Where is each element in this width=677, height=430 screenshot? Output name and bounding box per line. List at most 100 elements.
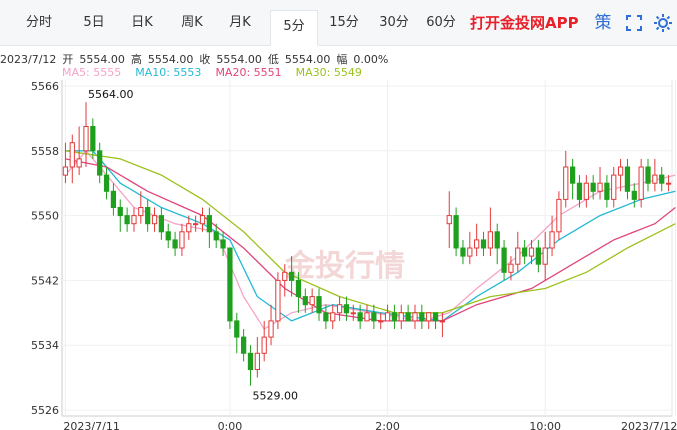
ma-line-ma10 [65, 150, 676, 322]
candle-body [343, 304, 350, 314]
candle-body [295, 279, 302, 298]
candle-body [494, 231, 500, 249]
candle-body [528, 247, 535, 257]
ma-line-ma30 [65, 150, 676, 314]
candle-body [405, 312, 411, 322]
x-tick-label: 2023/7/11 [63, 420, 119, 430]
ma-line-ma5 [64, 149, 676, 330]
x-tick-label: 0:00 [218, 420, 243, 430]
candle-body [460, 247, 466, 257]
candle-body [665, 182, 672, 185]
candle-body [309, 296, 315, 306]
candle-body [453, 215, 459, 249]
candle-body [193, 223, 199, 226]
candle-body [508, 263, 514, 273]
candle-body [597, 182, 603, 192]
y-tick-label: 5534 [31, 339, 59, 352]
watermark-text: 金投行情 [284, 249, 405, 284]
candle-body [220, 239, 226, 249]
candle-body [611, 174, 617, 200]
y-tick-label: 5550 [31, 210, 59, 223]
candle-body [467, 247, 473, 257]
candle-body [364, 312, 370, 322]
candle-body [631, 190, 637, 200]
candle-body [617, 166, 624, 176]
candle-body [213, 231, 219, 241]
candle-body [282, 271, 288, 281]
candle-body [172, 239, 178, 249]
candle-body [117, 207, 123, 217]
candle-body [275, 279, 281, 322]
candle-body [179, 231, 185, 249]
candle-body [124, 215, 130, 225]
candle-body [419, 312, 425, 322]
candle-body [350, 312, 356, 315]
candle-body [131, 215, 137, 225]
candle-body [199, 215, 206, 225]
x-tick-label: 10:00 [529, 420, 561, 430]
candle-body [432, 312, 439, 322]
x-tick-label: 2:00 [375, 420, 400, 430]
candle-body [206, 215, 212, 233]
candle-body [652, 174, 658, 184]
candle-body [549, 231, 555, 249]
candle-body [62, 166, 69, 176]
candle-body [501, 247, 507, 273]
y-tick-label: 5558 [31, 145, 59, 158]
candle-body [384, 312, 391, 322]
candle-body [474, 239, 480, 249]
candle-body [288, 271, 295, 281]
candle-body [515, 247, 521, 265]
candle-body [439, 320, 446, 323]
candle-body [316, 296, 322, 314]
candle-body [624, 166, 631, 192]
candle-body [446, 215, 452, 225]
candle-body [165, 231, 171, 241]
x-tick-label: 2023/7/12 [621, 420, 677, 430]
candle-body [145, 207, 151, 225]
candle-body [556, 198, 562, 233]
candle-body [576, 182, 583, 200]
candle-body [330, 312, 336, 322]
candle-body [247, 352, 254, 370]
candle-body [645, 166, 651, 184]
candle-body [604, 182, 610, 200]
y-tick-label: 5526 [31, 404, 59, 417]
candle-body [76, 158, 82, 168]
candle-body [371, 312, 377, 322]
candle-body [583, 182, 589, 200]
candle-body [69, 142, 75, 168]
candle-body [186, 223, 192, 233]
candle-body [323, 312, 329, 322]
candle-body [83, 126, 89, 152]
candle-body [542, 247, 548, 265]
candle-body [487, 231, 493, 249]
candle-body [357, 312, 363, 322]
candle-body [398, 312, 404, 322]
candle-body [103, 174, 110, 192]
candle-body [659, 174, 665, 184]
candle-body [97, 150, 103, 176]
price-annotation: 5529.00 [252, 390, 298, 403]
candle-body [302, 296, 308, 306]
candle-body [563, 166, 569, 200]
y-tick-label: 5566 [31, 80, 59, 93]
candle-body [391, 312, 398, 322]
candle-body [241, 336, 247, 354]
candle-body [412, 312, 418, 322]
candle-body [90, 126, 96, 152]
candle-body [569, 166, 576, 184]
candle-body [426, 312, 432, 322]
candle-body [254, 352, 260, 370]
candle-body [590, 182, 596, 192]
candle-body [138, 207, 144, 217]
candle-body [158, 215, 165, 233]
candle-body [110, 190, 117, 209]
candle-body [480, 239, 487, 249]
candlestick-chart: 5566 5558 5550 5542 5534 5526 2023/7/11 0:00 2:0… [31, 80, 677, 430]
candle-body [151, 215, 158, 225]
candle-body [522, 247, 528, 257]
candle-body [261, 336, 267, 354]
candle-body [234, 320, 240, 338]
candle-body [638, 166, 644, 200]
